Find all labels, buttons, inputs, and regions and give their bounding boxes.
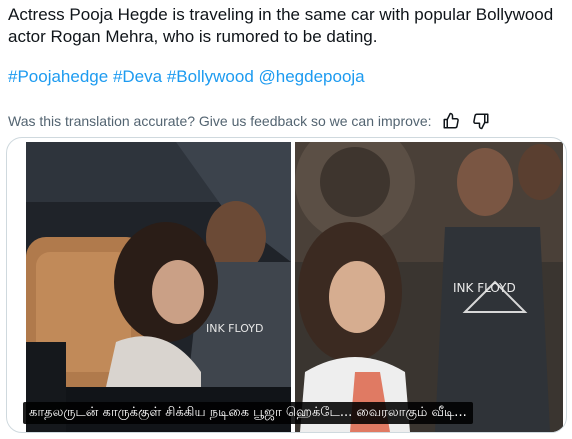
hashtag-poojahedge[interactable]: #Poojahedge [8,67,108,86]
translation-feedback: Was this translation accurate? Give us f… [8,110,492,132]
feedback-prompt: Was this translation accurate? Give us f… [8,113,432,129]
mention-hegdepooja[interactable]: @hegdepooja [259,67,365,86]
car-photo[interactable]: INK FLOYD [26,142,291,432]
hashtag-deva[interactable]: #Deva [113,67,162,86]
thumbs-down-icon[interactable] [470,110,492,132]
svg-text:INK FLOYD: INK FLOYD [453,281,516,295]
video-caption: காதலருடன் காருக்குள் சிக்கிய நடிகை பூஜா … [23,402,473,424]
street-photo[interactable]: INK FLOYD [295,142,563,432]
hashtag-line: #Poojahedge #Deva #Bollywood @hegdepooja [8,66,365,88]
media-card[interactable]: INK FLOYD INK FLOYD காதலருடன் காருக்குள்… [6,137,567,433]
hashtag-bollywood[interactable]: #Bollywood [167,67,254,86]
shirt-print: INK FLOYD [206,322,264,335]
post-text: Actress Pooja Hegde is traveling in the … [8,5,554,46]
translated-post: Actress Pooja Hegde is traveling in the … [0,0,572,439]
thumbs-up-icon[interactable] [440,110,462,132]
